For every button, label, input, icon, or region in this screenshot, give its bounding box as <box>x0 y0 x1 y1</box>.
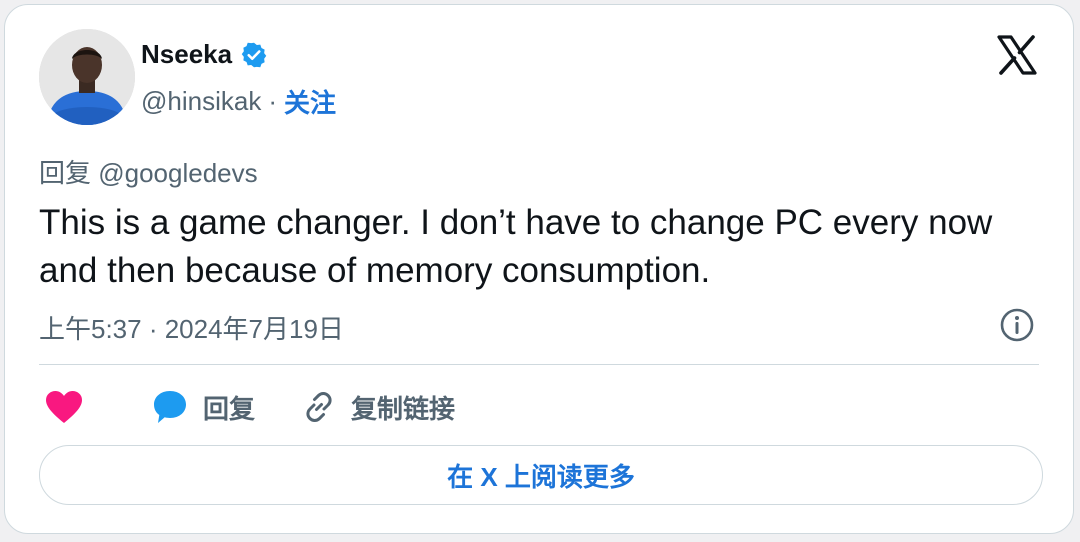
x-logo-icon[interactable] <box>995 33 1039 77</box>
display-name[interactable]: Nseeka <box>141 39 232 70</box>
like-button[interactable] <box>45 390 83 424</box>
timestamp[interactable]: 上午5:37 · 2024年7月19日 <box>39 309 344 346</box>
author-name-row: Nseeka <box>141 39 268 70</box>
speech-bubble-icon <box>154 391 186 423</box>
info-icon[interactable] <box>999 307 1035 343</box>
avatar[interactable] <box>39 29 135 125</box>
reply-label: 回复 <box>203 393 256 424</box>
divider <box>39 364 1039 365</box>
link-icon <box>306 391 332 423</box>
reply-button[interactable]: 回复 <box>151 388 255 426</box>
handle[interactable]: @hinsikak <box>141 86 261 117</box>
reply-to-line[interactable]: 回复 @googledevs <box>39 153 258 190</box>
copy-link-button[interactable]: 复制链接 <box>301 389 455 426</box>
read-more-button[interactable]: 在 X 上阅读更多 <box>39 445 1043 505</box>
follow-button[interactable]: 关注 <box>284 83 336 120</box>
tweet-card: Nseeka @hinsikak · 关注 回复 @googledevs Thi… <box>4 4 1074 534</box>
tweet-text: This is a game changer. I don’t have to … <box>39 203 993 290</box>
separator-dot: · <box>268 86 277 116</box>
action-bar: 回复 复制链接 <box>45 387 455 427</box>
heart-icon <box>46 391 82 423</box>
author-handle-row: @hinsikak · 关注 <box>141 83 336 120</box>
verified-badge-icon <box>241 42 267 67</box>
copy-link-label: 复制链接 <box>351 393 456 424</box>
